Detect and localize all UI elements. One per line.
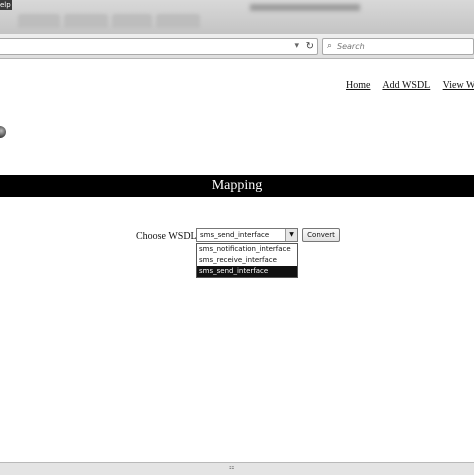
browser-title-bar: elp xyxy=(0,0,474,34)
choose-wsdl-label: Choose WSDL xyxy=(136,231,197,242)
nav-link-home[interactable]: Home xyxy=(346,80,370,91)
page-title-banner: Mapping xyxy=(0,175,474,197)
page-title: Mapping xyxy=(211,178,263,193)
nav-link-add-wsdl[interactable]: Add WSDL xyxy=(382,80,430,91)
wsdl-select[interactable]: sms_send_interface ▼ xyxy=(196,228,298,242)
chevron-down-icon[interactable]: ▾ xyxy=(294,39,299,54)
browser-toolbar: ▾ ↻ ⌕ xyxy=(0,34,474,59)
browser-tab[interactable] xyxy=(18,14,60,28)
status-icon: ⚏ xyxy=(229,464,235,471)
window-title xyxy=(250,4,360,11)
wsdl-option[interactable]: sms_receive_interface xyxy=(197,255,297,266)
chevron-down-icon[interactable]: ▼ xyxy=(285,229,297,241)
wsdl-options-dropdown: sms_notification_interface sms_receive_i… xyxy=(196,243,298,278)
search-input[interactable] xyxy=(337,40,467,53)
wsdl-option-selected[interactable]: sms_send_interface xyxy=(197,266,297,277)
menu-help-item[interactable]: elp xyxy=(0,0,12,10)
browser-tab[interactable] xyxy=(64,14,108,28)
convert-button[interactable]: Convert xyxy=(302,228,340,242)
address-bar[interactable]: ▾ ↻ xyxy=(0,38,318,55)
search-bar[interactable]: ⌕ xyxy=(322,38,474,55)
reload-icon[interactable]: ↻ xyxy=(306,39,314,54)
browser-tab[interactable] xyxy=(112,14,152,28)
wsdl-select-value: sms_send_interface xyxy=(200,231,270,239)
logo-icon xyxy=(0,126,6,138)
wsdl-option[interactable]: sms_notification_interface xyxy=(197,244,297,255)
page-nav: Home Add WSDL View WS xyxy=(346,80,474,91)
browser-tab[interactable] xyxy=(156,14,200,28)
browser-status-bar: ⚏ xyxy=(0,462,474,475)
nav-link-view-ws[interactable]: View WS xyxy=(443,80,474,91)
search-icon: ⌕ xyxy=(327,41,333,51)
